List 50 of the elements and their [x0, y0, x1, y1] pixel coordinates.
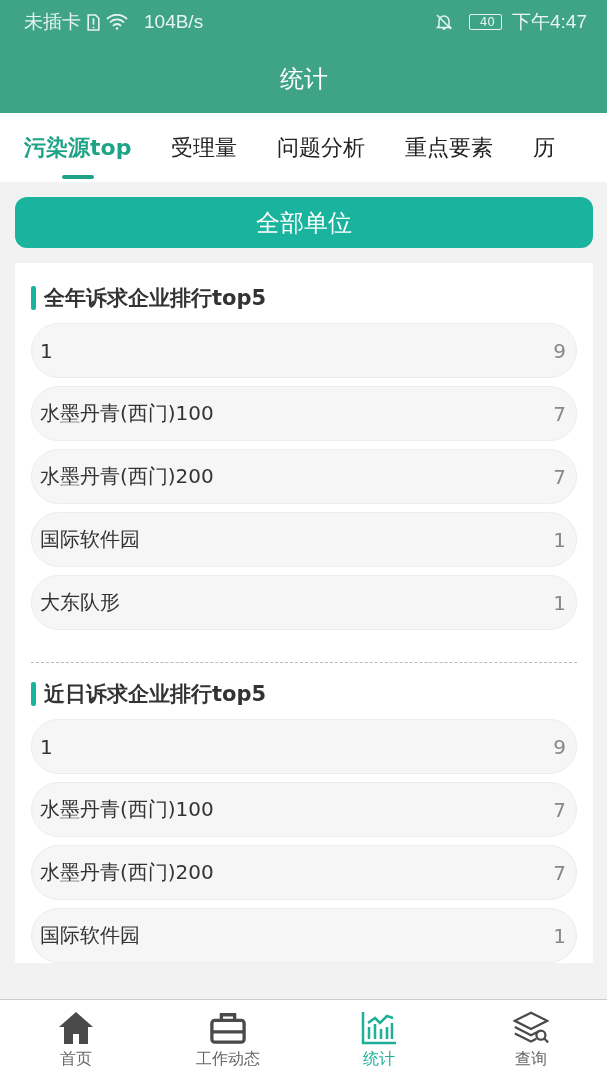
nav-item[interactable]: 首页: [0, 1000, 152, 1080]
carrier-text: 未插卡: [24, 10, 81, 34]
bar-chart-icon: [361, 1010, 398, 1045]
ranking-row[interactable]: 水墨丹青(西门)100 7: [31, 386, 577, 441]
complaint-count: 9: [553, 338, 566, 363]
complaint-count: 1: [553, 527, 566, 552]
complaint-count: 1: [553, 590, 566, 615]
company-name: 水墨丹青(西门)200: [40, 859, 214, 886]
company-name: 1: [40, 338, 53, 363]
ranking-row[interactable]: 1 9: [31, 719, 577, 774]
tab[interactable]: 受理量: [171, 113, 238, 182]
tab[interactable]: 历: [533, 113, 556, 182]
complaint-count: 1: [553, 923, 566, 948]
battery-indicator: 40: [468, 14, 502, 30]
briefcase-icon: [209, 1010, 246, 1045]
ranking-row[interactable]: 水墨丹青(西门)100 7: [31, 782, 577, 837]
complaint-count: 7: [553, 860, 566, 885]
company-name: 水墨丹青(西门)100: [40, 400, 214, 427]
bell-muted-icon: [434, 13, 453, 31]
section-title: 近日诉求企业排行top5: [44, 681, 267, 708]
ranking-row[interactable]: 大东队形 1: [31, 575, 577, 630]
complaint-count: 7: [553, 401, 566, 426]
layers-search-icon: [513, 1010, 550, 1045]
clock-text: 下午4:47: [512, 10, 587, 34]
network-speed-text: 104B/s: [144, 11, 204, 33]
complaint-count: 7: [553, 464, 566, 489]
complaint-count: 9: [553, 734, 566, 759]
nav-item[interactable]: 工作动态: [151, 1000, 304, 1080]
wifi-icon: [106, 14, 128, 30]
company-name: 水墨丹青(西门)100: [40, 796, 214, 823]
ranking-row[interactable]: 国际软件园 1: [31, 908, 577, 963]
section-marker: [31, 682, 36, 706]
tab[interactable]: 重点要素: [405, 113, 494, 182]
ranking-row[interactable]: 国际软件园 1: [31, 512, 577, 567]
section-marker: [31, 286, 36, 310]
sim-card-icon: [87, 13, 100, 31]
nav-item[interactable]: 查询: [455, 1000, 607, 1080]
page-title: 统计: [279, 63, 328, 95]
ranking-row[interactable]: 水墨丹青(西门)200 7: [31, 845, 577, 900]
home-icon: [57, 1010, 94, 1045]
ranking-row[interactable]: 水墨丹青(西门)200 7: [31, 449, 577, 504]
company-name: 国际软件园: [40, 526, 140, 553]
company-name: 1: [40, 734, 53, 759]
section-title: 全年诉求企业排行top5: [44, 285, 267, 312]
company-name: 国际软件园: [40, 922, 140, 949]
company-name: 水墨丹青(西门)200: [40, 463, 214, 490]
company-name: 大东队形: [40, 589, 120, 616]
ranking-row[interactable]: 1 9: [31, 323, 577, 378]
tab[interactable]: 问题分析: [277, 113, 366, 182]
complaint-count: 7: [553, 797, 566, 822]
